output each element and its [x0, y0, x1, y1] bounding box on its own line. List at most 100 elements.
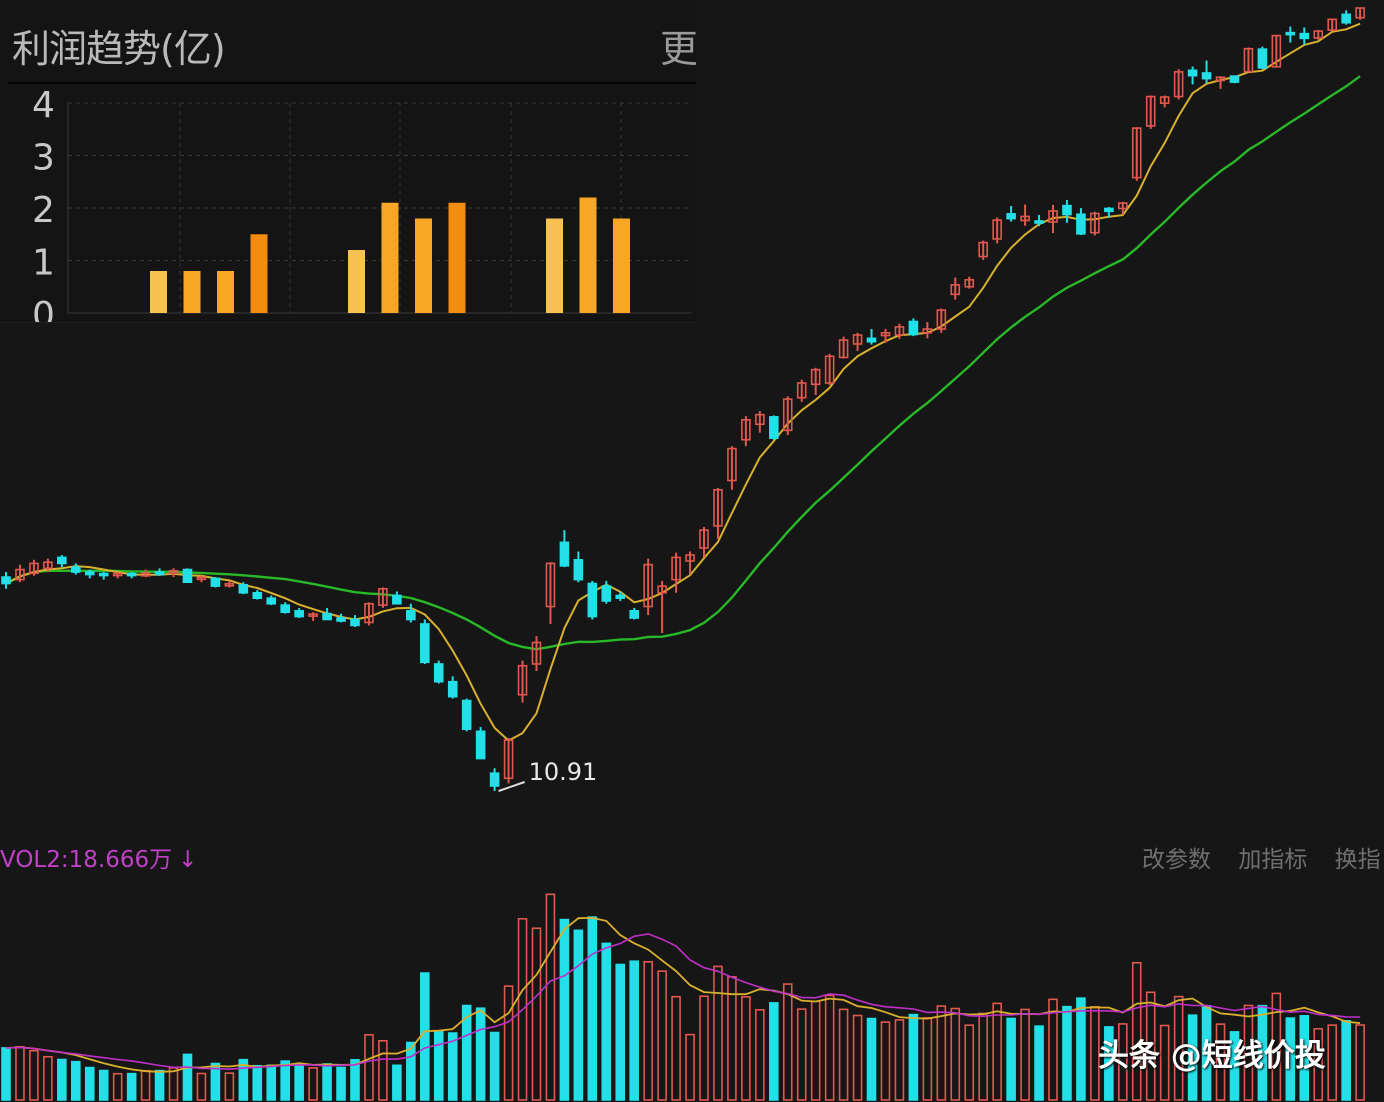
volume-bar — [15, 1046, 25, 1101]
candle-body — [1201, 72, 1212, 80]
candle — [15, 564, 25, 583]
candle-body — [1034, 220, 1044, 224]
volume-bar — [1341, 1019, 1351, 1101]
candle — [350, 615, 360, 627]
candle — [796, 379, 807, 402]
volume-bar — [908, 1013, 919, 1101]
profit-bar — [448, 202, 466, 313]
candle — [755, 411, 765, 433]
volume-bar — [154, 1069, 165, 1101]
candle — [489, 768, 500, 791]
candle-body — [294, 609, 304, 618]
candle — [713, 487, 723, 539]
volume-bar — [601, 942, 612, 1101]
candle-body — [908, 320, 919, 336]
volume-bar — [573, 929, 584, 1101]
volume-bar — [559, 918, 570, 1101]
candle — [475, 727, 486, 760]
volume-bar — [1076, 997, 1086, 1101]
volume-bar — [224, 1072, 235, 1101]
candle — [57, 555, 67, 568]
volume-bar — [964, 1024, 975, 1101]
volume-bar — [880, 1021, 891, 1101]
candle — [364, 602, 374, 626]
profit-bar — [546, 218, 563, 313]
volume-bar — [1006, 1017, 1016, 1101]
volume-bar — [406, 1041, 416, 1101]
volume-bar — [71, 1060, 81, 1101]
candle — [838, 336, 849, 359]
volume-bar — [685, 1033, 695, 1101]
candle — [1257, 46, 1268, 70]
volume-bar — [196, 1072, 207, 1101]
candle — [1355, 7, 1365, 20]
volume-bar — [894, 1019, 905, 1101]
candle — [266, 595, 277, 606]
edit-params-button[interactable]: 改参数 — [1142, 847, 1211, 873]
candle — [168, 568, 179, 578]
volume-bar — [727, 976, 737, 1101]
candle — [936, 308, 947, 333]
profit-bar — [579, 197, 597, 313]
volume-bar — [294, 1063, 304, 1101]
volume-bar — [1020, 1008, 1030, 1101]
candle — [573, 551, 584, 583]
volume-bar — [266, 1064, 277, 1101]
volume-bar — [1327, 1024, 1337, 1101]
candle — [1034, 214, 1044, 227]
candle-body — [126, 572, 137, 577]
candle — [447, 676, 458, 699]
candle — [657, 580, 667, 634]
candle — [727, 446, 737, 490]
candle-body — [57, 556, 67, 565]
candle — [992, 217, 1002, 244]
volume-bar — [629, 960, 640, 1101]
volume-bar — [112, 1072, 123, 1101]
candle — [280, 602, 291, 614]
candle — [1187, 66, 1198, 85]
volume-bar — [252, 1064, 263, 1101]
candle-body — [1285, 31, 1296, 36]
candle-body — [71, 566, 81, 573]
profit-y-tick: 0 — [32, 295, 55, 322]
candle — [126, 572, 137, 579]
candle-body — [210, 577, 221, 587]
candle — [1299, 27, 1310, 45]
candle — [517, 660, 528, 703]
candle — [1020, 204, 1030, 226]
volume-bar — [950, 1007, 961, 1101]
volume-value: VOL2:18.666万 — [0, 847, 173, 873]
candle — [1062, 199, 1072, 223]
candle — [531, 636, 542, 671]
volume-bar — [350, 1059, 360, 1101]
volume-bar — [419, 972, 430, 1101]
candle — [392, 591, 402, 605]
candle-body — [336, 617, 346, 622]
candle — [406, 603, 416, 623]
candle — [782, 396, 793, 436]
add-indicator-button[interactable]: 加指标 — [1238, 847, 1307, 873]
volume-bar — [126, 1072, 137, 1101]
profit-bar — [150, 271, 167, 313]
volume-bar — [392, 1064, 402, 1101]
candle — [1090, 211, 1100, 236]
volume-bar — [545, 893, 556, 1101]
candle — [922, 322, 933, 339]
candle-body — [406, 609, 416, 621]
candle — [601, 580, 612, 604]
candle — [1215, 76, 1226, 89]
candle-body — [322, 612, 332, 621]
candle — [196, 575, 207, 583]
candle-body — [475, 730, 486, 760]
volume-bar — [615, 963, 626, 1101]
candle-body — [1104, 207, 1114, 213]
candle-body — [768, 416, 779, 439]
profit-y-tick: 2 — [32, 190, 55, 231]
volume-bar — [741, 996, 751, 1101]
candle — [1, 572, 11, 589]
candle-body — [154, 571, 165, 576]
volume-bar — [922, 1017, 933, 1101]
candle — [1006, 205, 1016, 222]
volume-bar — [699, 995, 709, 1101]
switch-indicator-button[interactable]: 换指 — [1335, 847, 1381, 873]
